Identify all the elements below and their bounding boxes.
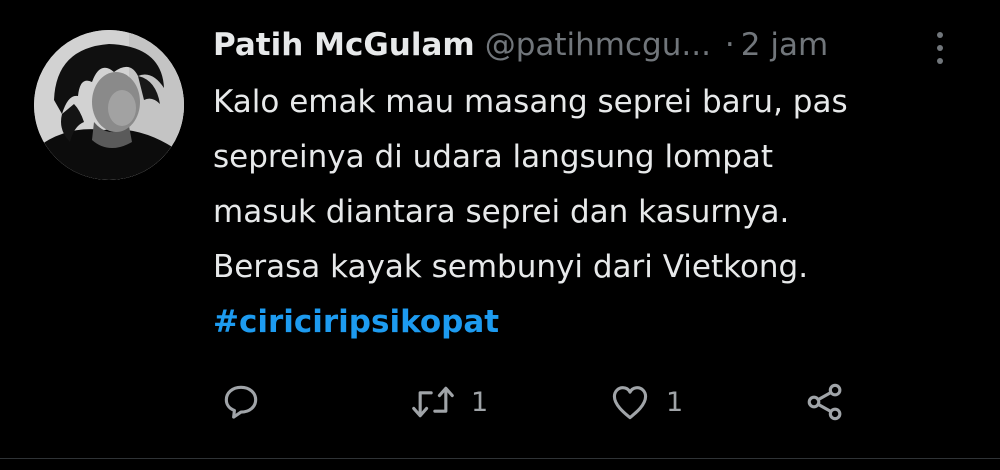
tweet-text-line: Kalo emak mau masang seprei baru, pas <box>213 84 848 120</box>
like-count: 1 <box>666 386 684 418</box>
tweet-text-line: sepreinya di udara langsung lompat <box>213 139 774 175</box>
avatar[interactable] <box>34 30 184 180</box>
hashtag-link[interactable]: #ciriciripsikopat <box>213 304 499 340</box>
retweet-count: 1 <box>471 386 489 418</box>
divider <box>0 458 1000 459</box>
author-handle[interactable]: @patihmcgu... <box>485 27 711 63</box>
tweet-actions: 1 1 <box>213 378 913 426</box>
more-options-icon[interactable] <box>928 28 954 68</box>
separator-dot: · <box>724 27 735 63</box>
share-icon <box>807 383 842 421</box>
timestamp[interactable]: 2 jam <box>741 27 828 63</box>
tweet-text: Kalo emak mau masang seprei baru, pas se… <box>213 75 983 350</box>
tweet-text-line: masuk diantara seprei dan kasurnya. <box>213 194 790 230</box>
share-button[interactable] <box>803 378 847 426</box>
author-name[interactable]: Patih McGulam <box>213 27 475 63</box>
tweet-header: Patih McGulam @patihmcgu... · 2 jam <box>213 22 973 68</box>
heart-icon <box>612 386 648 420</box>
retweet-button[interactable]: 1 <box>409 378 488 426</box>
reply-icon <box>224 385 258 419</box>
like-button[interactable]: 1 <box>608 378 683 426</box>
retweet-icon <box>412 386 454 418</box>
avatar-photo <box>34 30 184 180</box>
tweet-text-line: Berasa kayak sembunyi dari Vietkong. <box>213 249 809 285</box>
tweet-card[interactable]: Patih McGulam @patihmcgu... · 2 jam Kalo em… <box>0 0 1000 470</box>
reply-button[interactable] <box>219 378 263 426</box>
